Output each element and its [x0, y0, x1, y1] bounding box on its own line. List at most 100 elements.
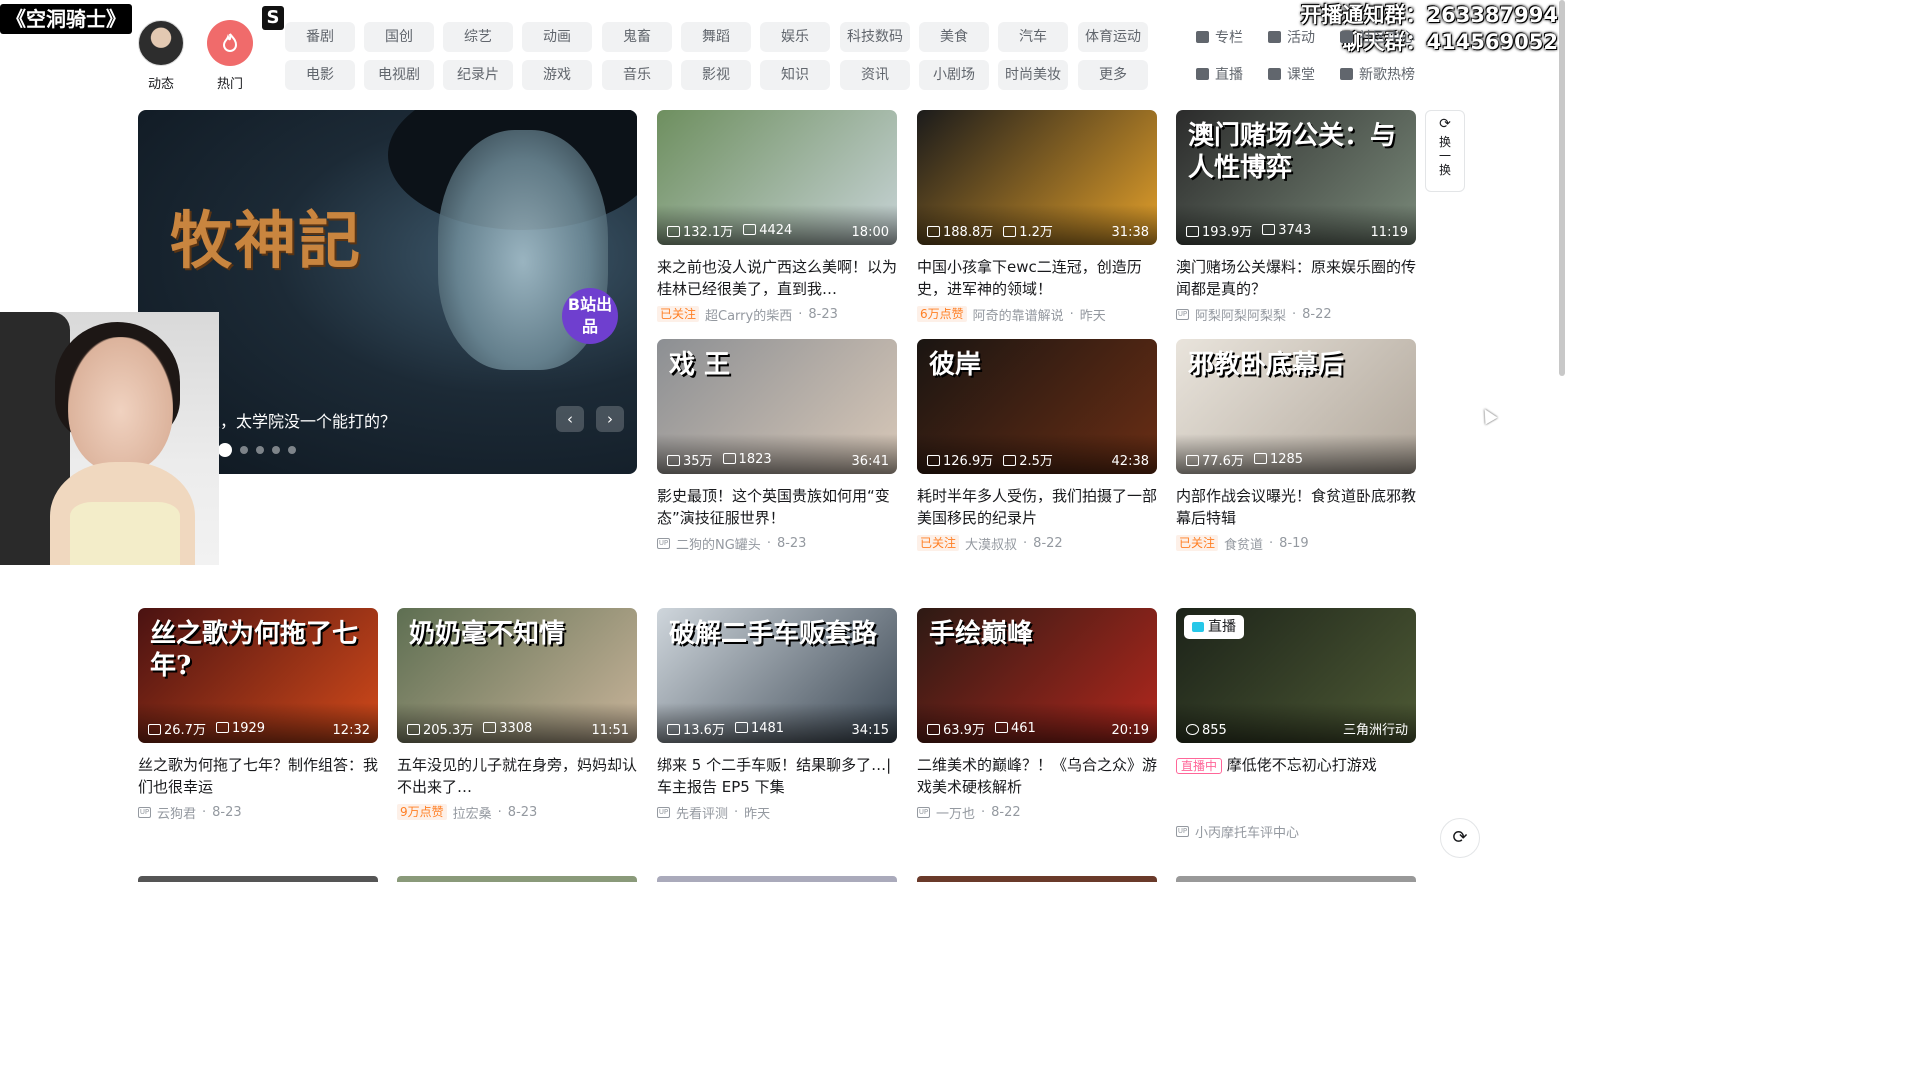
video-thumbnail[interactable]: 彼岸 126.9万 2.5万 42:38: [917, 339, 1157, 474]
back-to-top-button[interactable]: ⟳: [1440, 818, 1480, 858]
video-title-text[interactable]: 影史最顶！这个英国贵族如何用“变态”演技征服世界！: [657, 487, 890, 527]
category-row2-0[interactable]: 电影: [285, 60, 355, 90]
video-title[interactable]: 中国小孩拿下ewc二连冠，创造历史，进军神的领域！: [917, 256, 1157, 300]
video-title-text[interactable]: 内部作战会议曝光！食贫道卧底邪教幕后特辑: [1176, 487, 1416, 527]
category-row1-8[interactable]: 美食: [919, 22, 989, 52]
flame-icon[interactable]: [207, 20, 253, 66]
video-title-text[interactable]: 五年没见的儿子就在身旁，妈妈却认不出来了…: [397, 756, 637, 796]
category-row1-6[interactable]: 娱乐: [760, 22, 830, 52]
video-card[interactable]: 戏 王 35万 1823 36:41 影史最顶！这个英国贵族如何用“变态”演技征服世界！…: [657, 339, 897, 553]
carousel-prev-button[interactable]: ‹: [556, 406, 584, 432]
avatar[interactable]: [138, 20, 184, 66]
uploader-name[interactable]: 大漠叔叔: [965, 534, 1017, 553]
uploader-name[interactable]: 先看评测: [676, 803, 728, 822]
video-thumbnail[interactable]: 手绘巅峰 63.9万 461 20:19: [917, 608, 1157, 743]
uploader-name[interactable]: 拉宏桑: [453, 803, 492, 822]
video-card[interactable]: 直播 855 三角洲行动 直播中 摩低佬不忘初心打游戏 UP 小丙摩托车评中心: [1176, 608, 1416, 841]
category-row2-7[interactable]: 资讯: [840, 60, 910, 90]
category-row2-1[interactable]: 电视剧: [364, 60, 434, 90]
category-row1-1[interactable]: 国创: [364, 22, 434, 52]
category-row2-4[interactable]: 音乐: [602, 60, 672, 90]
uploader-name[interactable]: 阿梨阿梨阿梨梨: [1195, 305, 1286, 324]
uploader-name[interactable]: 云狗君: [157, 803, 196, 822]
video-title[interactable]: 丝之歌为何拖了七年？制作组答：我们也很幸运: [138, 754, 378, 798]
tool-link-2-0[interactable]: 直播: [1196, 64, 1243, 84]
video-title[interactable]: 绑来 5 个二手车贩！结果聊多了…| 车主报告 EP5 下集: [657, 754, 897, 798]
video-title[interactable]: 澳门赌场公关爆料：原来娱乐圈的传闻都是真的？: [1176, 256, 1416, 300]
video-title[interactable]: 耗时半年多人受伤，我们拍摄了一部美国移民的纪录片: [917, 485, 1157, 529]
video-title-text[interactable]: 澳门赌场公关爆料：原来娱乐圈的传闻都是真的？: [1176, 258, 1416, 298]
category-row2-10[interactable]: 更多: [1078, 60, 1148, 90]
category-row1-9[interactable]: 汽车: [998, 22, 1068, 52]
video-card[interactable]: 澳门赌场公关：与人性博弈 193.9万 3743 11:19 澳门赌场公关爆料：原来娱乐…: [1176, 110, 1416, 324]
category-row1-4[interactable]: 鬼畜: [602, 22, 672, 52]
video-card[interactable]: 奶奶毫不知情 205.3万 3308 11:51 五年没见的儿子就在身旁，妈妈却认不出来…: [397, 608, 637, 822]
uploader-icon: UP: [1176, 308, 1189, 320]
video-thumbnail[interactable]: 188.8万 1.2万 31:38: [917, 110, 1157, 245]
category-row1-0[interactable]: 番剧: [285, 22, 355, 52]
video-card[interactable]: 彼岸 126.9万 2.5万 42:38 耗时半年多人受伤，我们拍摄了一部美国移民的纪录…: [917, 339, 1157, 553]
video-title-text[interactable]: 中国小孩拿下ewc二连冠，创造历史，进军神的领域！: [917, 258, 1142, 298]
video-title[interactable]: 影史最顶！这个英国贵族如何用“变态”演技征服世界！: [657, 485, 897, 529]
category-row2-9[interactable]: 时尚美妆: [998, 60, 1068, 90]
video-title[interactable]: 五年没见的儿子就在身旁，妈妈却认不出来了…: [397, 754, 637, 798]
category-row2-5[interactable]: 影视: [681, 60, 751, 90]
category-row2-3[interactable]: 游戏: [522, 60, 592, 90]
page-scrollbar[interactable]: [1559, 0, 1565, 376]
video-title[interactable]: 来之前也没人说广西这么美啊！以为桂林已经很美了，直到我…: [657, 256, 897, 300]
uploader-name[interactable]: 超Carry的柴西: [705, 305, 792, 324]
tool-link-1-1[interactable]: 活动: [1268, 27, 1315, 47]
video-thumbnail[interactable]: 邪教卧底幕后 77.6万 1285: [1176, 339, 1416, 474]
tool-link-2-2[interactable]: 新歌热榜: [1340, 64, 1415, 84]
carousel-dot[interactable]: [288, 446, 296, 454]
carousel-dot[interactable]: [240, 446, 248, 454]
entry-dynamic[interactable]: 动态: [131, 20, 191, 92]
video-card[interactable]: 邪教卧底幕后 77.6万 1285 内部作战会议曝光！食贫道卧底邪教幕后特辑 已关注 食贫…: [1176, 339, 1416, 553]
carousel-dot[interactable]: [272, 446, 280, 454]
carousel-dot[interactable]: [256, 446, 264, 454]
video-card[interactable]: 破解二手车贩套路 13.6万 1481 34:15 绑来 5 个二手车贩！结果聊多了…|…: [657, 608, 897, 822]
video-thumbnail[interactable]: 戏 王 35万 1823 36:41: [657, 339, 897, 474]
video-card[interactable]: 手绘巅峰 63.9万 461 20:19 二维美术的巅峰？！《乌合之众》游戏美术硬核解析…: [917, 608, 1157, 822]
danmaku-count: 461: [994, 721, 1036, 736]
category-row1-2[interactable]: 综艺: [443, 22, 513, 52]
video-title-text[interactable]: 绑来 5 个二手车贩！结果聊多了…| 车主报告 EP5 下集: [657, 756, 891, 796]
uploader-name[interactable]: 阿奇的靠谱解说: [973, 305, 1064, 324]
video-card[interactable]: 132.1万 4424 18:00 来之前也没人说广西这么美啊！以为桂林已经很美了，直…: [657, 110, 897, 324]
video-thumbnail[interactable]: 澳门赌场公关：与人性博弈 193.9万 3743 11:19: [1176, 110, 1416, 245]
category-row1-5[interactable]: 舞蹈: [681, 22, 751, 52]
tool-link-2-1[interactable]: 课堂: [1268, 64, 1315, 84]
video-thumbnail[interactable]: 破解二手车贩套路 13.6万 1481 34:15: [657, 608, 897, 743]
video-thumbnail[interactable]: 132.1万 4424 18:00: [657, 110, 897, 245]
category-row2-6[interactable]: 知识: [760, 60, 830, 90]
video-thumbnail[interactable]: 奶奶毫不知情 205.3万 3308 11:51: [397, 608, 637, 743]
video-card[interactable]: 188.8万 1.2万 31:38 中国小孩拿下ewc二连冠，创造历史，进军神的领域！…: [917, 110, 1157, 324]
video-title-text[interactable]: 来之前也没人说广西这么美啊！以为桂林已经很美了，直到我…: [657, 258, 897, 298]
tool-link-1-2[interactable]: 社区中心: [1340, 27, 1415, 47]
video-title-text[interactable]: 摩低佬不忘初心打游戏: [1227, 756, 1377, 774]
video-card[interactable]: 丝之歌为何拖了七年? 26.7万 1929 12:32 丝之歌为何拖了七年？制作组答：我…: [138, 608, 378, 822]
video-title[interactable]: 内部作战会议曝光！食贫道卧底邪教幕后特辑: [1176, 485, 1416, 529]
category-row2-2[interactable]: 纪录片: [443, 60, 513, 90]
video-title-text[interactable]: 丝之歌为何拖了七年？制作组答：我们也很幸运: [138, 756, 378, 796]
next-row-card-edge: [657, 876, 897, 882]
category-row2-8[interactable]: 小剧场: [919, 60, 989, 90]
video-thumbnail[interactable]: 丝之歌为何拖了七年? 26.7万 1929 12:32: [138, 608, 378, 743]
video-title-text[interactable]: 二维美术的巅峰？！《乌合之众》游戏美术硬核解析: [917, 756, 1157, 796]
uploader-name[interactable]: 小丙摩托车评中心: [1195, 822, 1299, 841]
uploader-name[interactable]: 二狗的NG罐头: [676, 534, 761, 553]
video-thumbnail[interactable]: 直播 855 三角洲行动: [1176, 608, 1416, 743]
category-row1-3[interactable]: 动画: [522, 22, 592, 52]
tool-link-1-0[interactable]: 专栏: [1196, 27, 1243, 47]
video-title[interactable]: 直播中 摩低佬不忘初心打游戏: [1176, 754, 1416, 798]
video-title[interactable]: 二维美术的巅峰？！《乌合之众》游戏美术硬核解析: [917, 754, 1157, 798]
category-row1-10[interactable]: 体育运动: [1078, 22, 1148, 52]
video-title-text[interactable]: 耗时半年多人受伤，我们拍摄了一部美国移民的纪录片: [917, 487, 1157, 527]
category-row1-7[interactable]: 科技数码: [840, 22, 910, 52]
uploader-name[interactable]: 食贫道: [1224, 534, 1263, 553]
carousel-dot-active[interactable]: [218, 443, 232, 457]
entry-hot[interactable]: 热门: [200, 20, 260, 92]
refresh-button[interactable]: ⟳ 换一换: [1425, 110, 1465, 192]
uploader-name[interactable]: 一万也: [936, 803, 975, 822]
carousel-next-button[interactable]: ›: [596, 406, 624, 432]
